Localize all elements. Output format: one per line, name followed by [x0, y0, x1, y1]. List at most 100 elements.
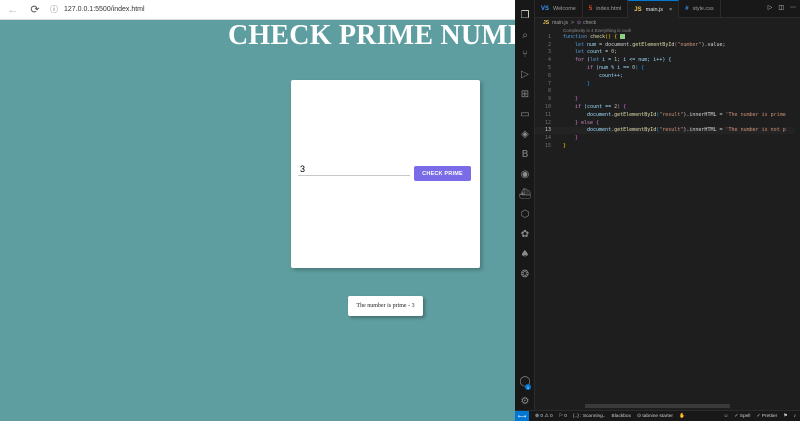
line-number: 12 [544, 119, 551, 126]
status-bar: ⟷ ⊗ 0 ⚠ 0 ⚐ 0 {..} : Scanning.. Blackbox… [515, 410, 800, 421]
tab-label: main.js [645, 6, 664, 13]
code-token: ).value; [701, 41, 726, 48]
tab-style-css[interactable]: # style.css [679, 0, 721, 18]
notifications-bell-icon[interactable]: ♪ [794, 414, 796, 419]
code-token: "number" [677, 41, 702, 48]
code-line: 7} [535, 80, 800, 88]
mongodb-leaf-icon[interactable]: ♠ [518, 247, 532, 261]
more-icon[interactable]: ⋯ [790, 4, 796, 11]
code-token: { [593, 119, 600, 126]
code-token: ) { [635, 65, 645, 72]
refresh-icon[interactable]: ⟳ [26, 1, 44, 19]
breadcrumb-file[interactable]: main.js [552, 20, 568, 26]
url-text: 127.0.0.1:5500/index.html [64, 6, 145, 13]
code-token: num [587, 41, 597, 48]
page-title: CHECK PRIME NUMBER [228, 20, 515, 51]
breadcrumb: JS main.js > ⊙ check [543, 19, 596, 27]
run-debug-icon[interactable]: ▷ [518, 67, 532, 81]
line-number: 3 [547, 49, 551, 56]
code-token: getElementById [632, 41, 675, 48]
settings-gear-icon[interactable]: ⚙ [518, 394, 532, 408]
code-token: = [602, 49, 612, 56]
horizontal-scrollbar[interactable] [585, 404, 730, 408]
line-number: 2 [547, 41, 551, 48]
lightbulb-icon[interactable] [620, 33, 626, 39]
address-bar[interactable]: ⓘ 127.0.0.1:5500/index.html [50, 3, 145, 17]
code-token: = document. [596, 41, 633, 48]
code-token: function [563, 33, 588, 40]
code-editor[interactable]: 1 function check() { 2 let num = document.… [535, 33, 800, 150]
source-control-icon[interactable]: ⑂ [518, 47, 532, 61]
code-token: } [575, 135, 579, 142]
code-token: ).innerHTML = [683, 111, 726, 118]
blackbox-status[interactable]: Blackbox [612, 414, 631, 419]
tabnine-status[interactable]: ⊙ tabnine starter [637, 414, 673, 419]
explorer-icon[interactable]: ❐ [518, 8, 532, 22]
feedback-icon[interactable]: ⚑ [783, 414, 787, 419]
code-line: 2 let num = document.getElementById("numb… [535, 41, 800, 49]
code-token: "result" [659, 111, 684, 118]
line-number: 14 [544, 135, 551, 142]
screen: ← ⟳ ⓘ 127.0.0.1:5500/index.html CHECK PR… [0, 0, 800, 421]
close-icon[interactable]: × [669, 7, 672, 13]
extensions-icon[interactable]: ⊞ [518, 87, 532, 101]
function-symbol-icon: ⊙ [576, 20, 582, 26]
check-prime-button[interactable]: CHECK PRIME [414, 166, 471, 181]
problems-status[interactable]: ⊗ 0 ⚠ 0 [535, 414, 553, 419]
code-token: ) { [617, 104, 627, 111]
code-line: 10 if (count == 2) { [535, 103, 800, 111]
copilot-status-icon[interactable]: ☺ [724, 414, 729, 419]
browser-window: ← ⟳ ⓘ 127.0.0.1:5500/index.html CHECK PR… [0, 0, 515, 421]
code-token: let [575, 49, 585, 56]
tab-main-js[interactable]: JS main.js × [628, 0, 680, 18]
css-file-icon: # [685, 6, 689, 12]
code-token: (count == [581, 104, 615, 111]
minimap[interactable] [794, 33, 800, 413]
scanning-status[interactable]: {..} : Scanning.. [573, 414, 606, 419]
run-icon[interactable]: ▷ [768, 4, 773, 11]
code-token: count [587, 49, 603, 56]
line-number: 6 [547, 72, 551, 79]
line-number: 9 [547, 96, 551, 103]
kubernetes-icon[interactable]: ⬡ [518, 207, 532, 221]
code-token: } [575, 96, 579, 103]
github-actions-icon[interactable]: ◉ [518, 167, 532, 181]
blackbox-icon[interactable]: B [518, 147, 532, 161]
code-token: else [581, 119, 594, 126]
info-icon: ⓘ [50, 5, 58, 14]
hand-icon: ✋ [679, 413, 685, 419]
breadcrumb-separator: > [570, 20, 574, 26]
tab-index-html[interactable]: 5 index.html [583, 0, 629, 18]
ports-status[interactable]: ⚐ 0 [559, 414, 567, 419]
vscode-window: ❐ ⌕ ⑂ ▷ ⊞ ▭ ◈ B ◉ ⛴ ⬡ ✿ ♠ ❂ ◯ 1 ⚙ VS Wel… [515, 0, 800, 421]
remote-icon[interactable]: ⟷ [515, 410, 529, 421]
code-token: count++; [599, 72, 624, 79]
code-line: 1 function check() { [535, 33, 800, 41]
back-arrow-icon[interactable]: ← [4, 1, 22, 19]
spell-status[interactable]: ✓ Spell [734, 414, 750, 419]
breadcrumb-symbol[interactable]: check [583, 20, 596, 26]
gitlens-icon[interactable]: ✿ [518, 227, 532, 241]
copilot-icon[interactable]: ❂ [518, 267, 532, 281]
python-icon[interactable]: ◈ [518, 127, 532, 141]
code-token: for [575, 57, 585, 64]
line-number: 8 [547, 88, 551, 95]
prettier-status[interactable]: ✓ Prettier [756, 414, 777, 419]
number-input[interactable] [298, 162, 410, 176]
search-icon[interactable]: ⌕ [518, 28, 532, 42]
code-line: 12} else { [535, 119, 800, 127]
line-number: 15 [544, 143, 551, 150]
split-editor-icon[interactable]: ◫ [778, 4, 784, 11]
code-token: } [563, 143, 567, 150]
code-token: getElementById [614, 111, 657, 118]
code-token: check [590, 33, 606, 40]
remote-explorer-icon[interactable]: ▭ [518, 107, 532, 121]
code-token: () { [605, 33, 618, 40]
docker-icon[interactable]: ⛴ [518, 187, 532, 201]
tab-welcome[interactable]: VS Welcome [535, 0, 583, 18]
code-token: getElementById [614, 127, 657, 134]
code-line: 11 document.getElementById("result").inne… [535, 111, 800, 119]
line-number: 13 [544, 127, 551, 134]
code-token: ; [614, 49, 618, 56]
code-line: 9} [535, 95, 800, 103]
